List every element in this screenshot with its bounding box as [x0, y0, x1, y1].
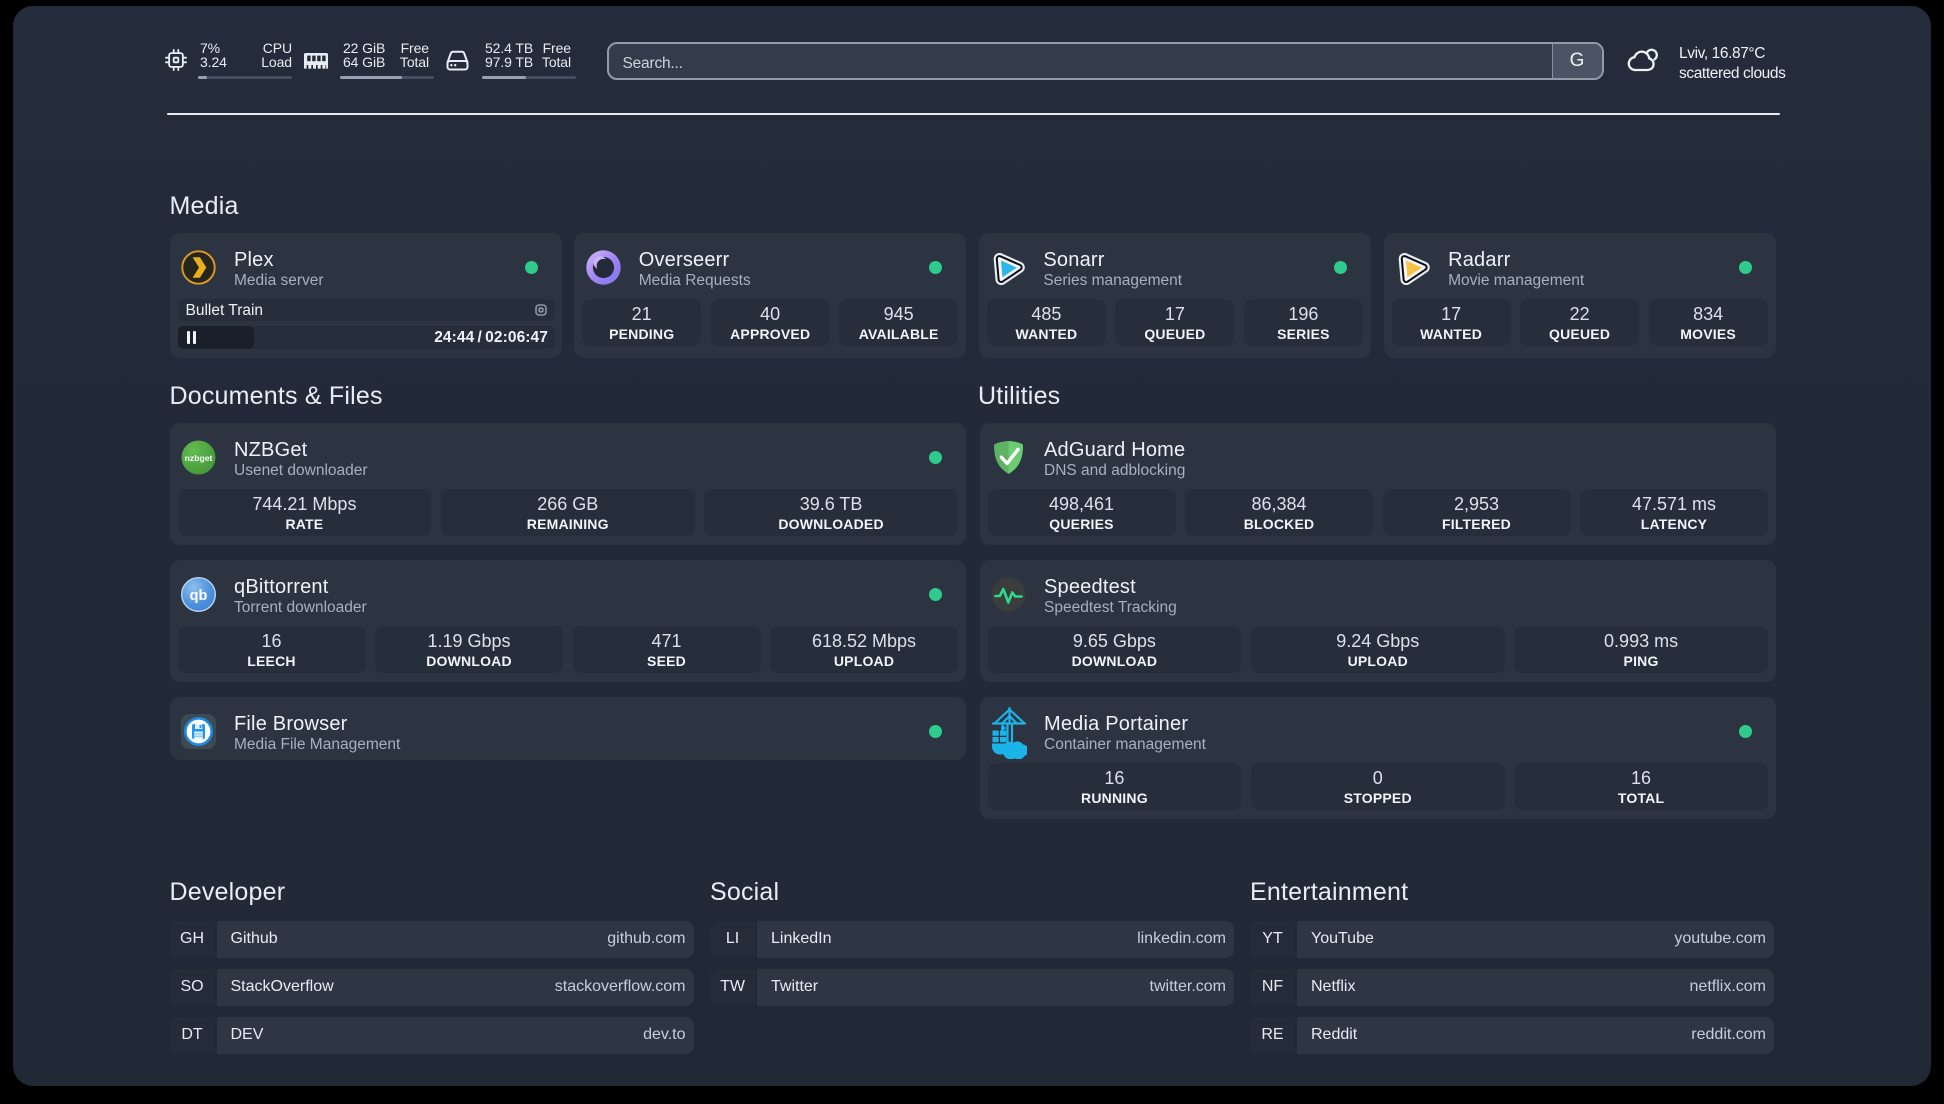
svg-text:qb: qb — [190, 588, 208, 604]
svg-text:nzbget: nzbget — [185, 453, 213, 463]
